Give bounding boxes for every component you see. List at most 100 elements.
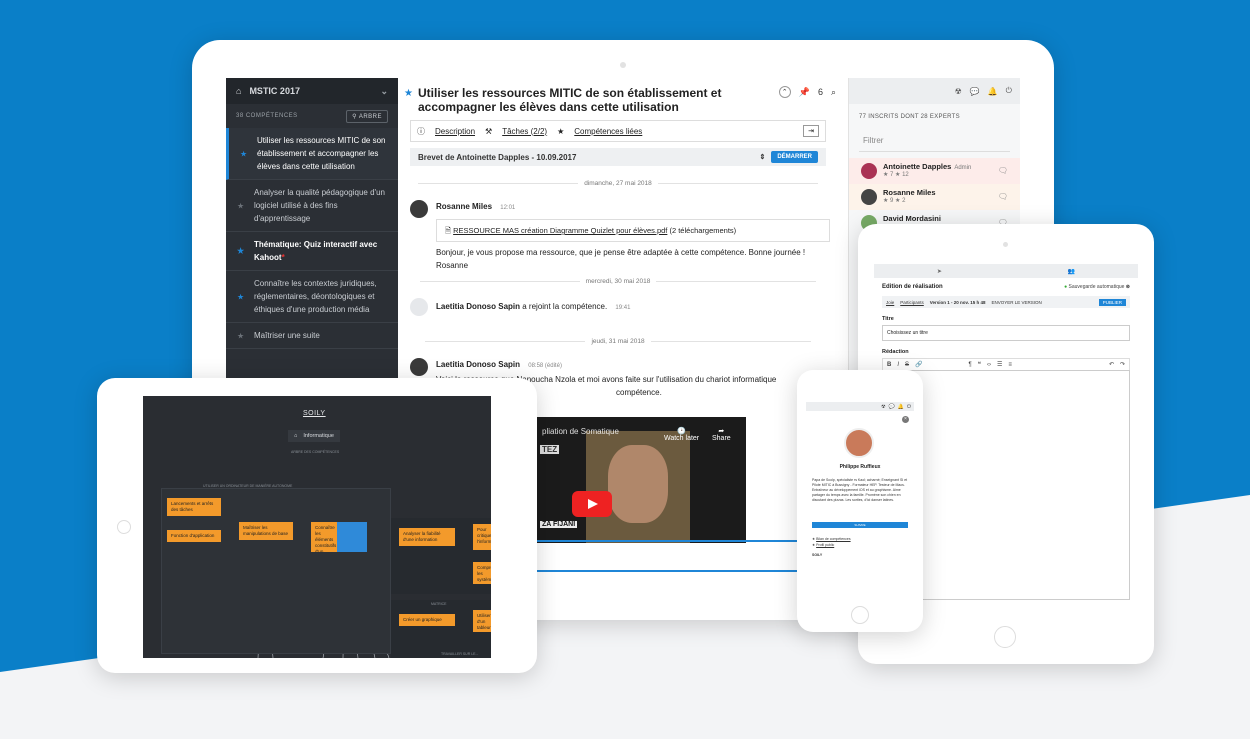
bell-icon[interactable]: 🔔	[988, 87, 998, 96]
pin-icon[interactable]: 📌	[799, 87, 810, 98]
sidebar-item[interactable]: ★ Utiliser les ressources MITIC de son é…	[226, 128, 398, 180]
member-row[interactable]: Antoinette Dapples Admin ★ 7 ★ 12 🗨	[849, 158, 1020, 184]
video-caption: ZA FIJANI	[540, 521, 578, 528]
close-icon[interactable]: ×	[902, 416, 909, 423]
sidebar-header[interactable]: ⌂ MSTIC 2017 ⌄	[226, 78, 398, 104]
close-icon[interactable]: ⊗	[1126, 284, 1130, 290]
skills-link-label: Bilan de compétences	[816, 537, 851, 541]
avatar[interactable]	[410, 200, 428, 218]
star-icon: ★	[812, 537, 816, 541]
page-title: Utiliser les ressources MITIC de son éta…	[418, 86, 722, 114]
sidebar-item[interactable]: ★ Thématique: Quiz interactif avec Kahoo…	[226, 232, 398, 271]
tab-description[interactable]: Description	[435, 127, 475, 136]
ordered-list-icon[interactable]: ≡	[1008, 362, 1012, 368]
strike-icon[interactable]: S	[905, 362, 909, 368]
home-icon[interactable]: ⌂	[236, 86, 241, 96]
member-name: Antoinette Dapples	[883, 162, 952, 171]
home-button[interactable]	[994, 626, 1016, 648]
italic-icon[interactable]: I	[897, 362, 899, 368]
sidebar-item-label: Maîtriser une suite	[254, 331, 320, 340]
skill-node[interactable]: Utiliser d'un tableur	[473, 610, 491, 632]
attachment-link[interactable]: RESSOURCE MAS création Diagramme Quizlet…	[453, 226, 667, 235]
publish-button[interactable]: PUBLIER	[1098, 298, 1126, 306]
link-icon[interactable]: 🔗	[915, 361, 922, 368]
follow-button[interactable]: SUIVRE	[812, 522, 908, 528]
skill-node[interactable]: Comprendre les systèmes	[473, 562, 491, 584]
skill-node[interactable]: Analyser la fiabilité d'une information	[399, 528, 455, 546]
chevron-down-icon[interactable]: ⌄	[380, 86, 388, 97]
exit-icon[interactable]: ⇥	[803, 125, 819, 137]
heading-icon[interactable]: ¶	[969, 362, 972, 368]
avatar[interactable]	[861, 189, 877, 205]
code-icon[interactable]: ‹›	[987, 362, 991, 368]
breadcrumb[interactable]: ⌂ Informatique	[288, 430, 340, 442]
skill-node[interactable]: Créer un graphique	[399, 614, 455, 626]
skill-node-selected[interactable]	[337, 522, 367, 552]
brevet-selector[interactable]: Brevet de Antoinette Dapples - 10.09.201…	[410, 148, 826, 166]
undo-icon[interactable]: ↶	[1109, 361, 1114, 368]
star-icon: ★	[237, 201, 245, 210]
sidebar-item[interactable]: ★ Connaître les contextes juridiques, ré…	[226, 271, 398, 323]
editor-toolbar: B I S 🔗 ¶ ❝ ‹› ☰ ≡ ↶ ↷	[882, 358, 1130, 370]
users-icon[interactable]: 👥	[1068, 268, 1075, 275]
sidebar-item[interactable]: ★ Analyser la qualité pédagogique d'un l…	[226, 180, 398, 232]
panel-toolbar: ☢ 💬 🔔 ⏻	[849, 78, 1020, 104]
tree-button[interactable]: ⚲ ARBRE	[346, 109, 388, 123]
chat-icon[interactable]: 💬	[889, 404, 895, 410]
sidebar-item[interactable]: ★ Maîtriser une suite	[226, 323, 398, 349]
message-time: 12:01	[500, 205, 516, 211]
collapse-icon[interactable]: ⌃	[778, 86, 791, 98]
home-icon[interactable]: ⌂	[294, 433, 297, 439]
message-author[interactable]: Laetitia Donoso Sapin	[436, 360, 520, 369]
tab-linked-competences[interactable]: Compétences liées	[574, 127, 642, 136]
skill-node[interactable]: Lancements et arrêts des tâches	[167, 498, 221, 516]
video-player[interactable]: TEZ pliation de Somatique 🕑 Watch later ➦…	[534, 417, 746, 543]
profile-link[interactable]: ★ Profil public	[812, 542, 851, 548]
version-select[interactable]: Version 1 - 20 nov. 15 h 48	[930, 300, 986, 305]
home-button[interactable]	[117, 520, 131, 534]
star-icon[interactable]: ★	[404, 88, 413, 99]
radiation-icon[interactable]: ☢	[881, 404, 885, 410]
title-input[interactable]: Choisissez un titre	[882, 325, 1130, 341]
member-row[interactable]: Rosanne Miles ★ 9 ★ 2 🗨	[849, 184, 1020, 210]
tab-tasks[interactable]: Tâches (2/2)	[502, 127, 547, 136]
search-icon[interactable]: ⌕	[831, 87, 836, 98]
skill-node[interactable]: Pour critiquer l'information	[473, 524, 491, 550]
message-author[interactable]: Rosanne Miles	[436, 202, 492, 211]
bold-icon[interactable]: B	[887, 362, 891, 368]
skill-node[interactable]: Fonction d'application	[167, 530, 221, 542]
redo-icon[interactable]: ↷	[1120, 361, 1125, 368]
send-version-button[interactable]: ENVOYER LE VERSION	[991, 300, 1041, 305]
chat-icon[interactable]: 🗨	[998, 192, 1008, 201]
filter-input[interactable]: Filtrer	[859, 130, 1010, 152]
share-button[interactable]: ➦ Share	[712, 427, 731, 442]
title-label: Titre	[882, 316, 894, 322]
joie-link[interactable]: Joie	[886, 300, 894, 305]
bell-icon[interactable]: 🔔	[898, 404, 904, 410]
message-author[interactable]: Laetitia Donoso Sapin	[436, 302, 520, 311]
watch-later-button[interactable]: 🕑 Watch later	[664, 427, 699, 442]
send-icon[interactable]: ➤	[937, 268, 942, 275]
power-icon[interactable]: ⏻	[907, 404, 911, 410]
chat-icon[interactable]: 💬	[970, 87, 980, 96]
home-button[interactable]	[851, 606, 869, 624]
quote-icon[interactable]: ❝	[978, 361, 981, 368]
select-arrow-icon[interactable]: ⇕	[759, 153, 765, 161]
phone-toolbar: ☢ 💬 🔔 ⏻	[806, 402, 914, 411]
avatar[interactable]	[410, 358, 428, 376]
power-icon[interactable]: ⏻	[1006, 86, 1012, 96]
play-icon[interactable]	[572, 491, 612, 517]
list-icon[interactable]: ☰	[997, 361, 1002, 368]
skill-node[interactable]: Connaître les éléments constitutifs d'un…	[311, 522, 337, 552]
profile-link-label: Profil public	[816, 543, 835, 547]
participants-link[interactable]: Participants	[900, 300, 924, 305]
skill-node[interactable]: Maîtriser les manipulations de base	[239, 522, 293, 540]
profile-bio: Papa de Scolp, spécialiste rs Kaol; acha…	[812, 478, 908, 502]
radiation-icon[interactable]: ☢	[955, 87, 962, 96]
attachment[interactable]: 🗎 RESSOURCE MAS création Diagramme Quizl…	[436, 219, 830, 242]
avatar[interactable]	[861, 163, 877, 179]
app-logo[interactable]: SOILY	[303, 410, 326, 417]
start-button[interactable]: DÉMARRER	[771, 151, 818, 163]
watch-later-label: Watch later	[664, 435, 700, 442]
chat-icon[interactable]: 🗨	[998, 166, 1008, 175]
